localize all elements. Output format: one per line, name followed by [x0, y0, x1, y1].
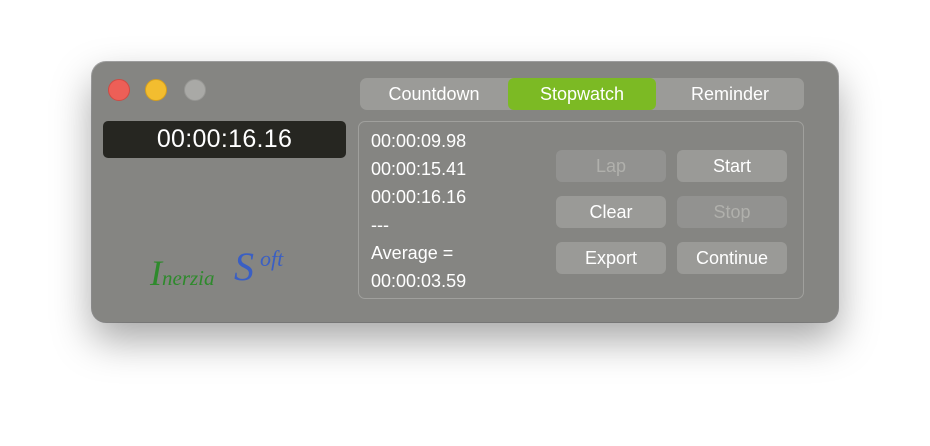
clear-button[interactable]: Clear — [556, 196, 666, 228]
lap-separator: --- — [371, 215, 389, 235]
stopwatch-panel: 00:00:09.98 00:00:15.41 00:00:16.16 --- … — [358, 121, 804, 299]
lap-time: 00:00:09.98 — [371, 131, 467, 151]
logo-text-nerzia: nerzia — [162, 266, 215, 290]
tab-reminder[interactable]: Reminder — [656, 78, 804, 110]
tab-stopwatch[interactable]: Stopwatch — [508, 78, 656, 110]
average-value: 00:00:03.59 — [371, 271, 467, 291]
lap-list: 00:00:09.98 00:00:15.41 00:00:16.16 --- … — [371, 127, 466, 295]
lap-time: 00:00:15.41 — [371, 159, 467, 179]
continue-button[interactable]: Continue — [677, 242, 787, 274]
mode-tabs: Countdown Stopwatch Reminder — [360, 78, 804, 110]
time-display: 00:00:16.16 — [103, 121, 346, 158]
stop-button[interactable]: Stop — [677, 196, 787, 228]
inerziasoft-logo: I nerzia S oft — [149, 244, 284, 293]
start-button[interactable]: Start — [677, 150, 787, 182]
logo-text-oft: oft — [260, 246, 284, 271]
average-label: Average = — [371, 243, 454, 263]
minimize-window-button[interactable] — [145, 79, 167, 101]
tab-countdown[interactable]: Countdown — [360, 78, 508, 110]
lap-time: 00:00:16.16 — [371, 187, 467, 207]
close-window-button[interactable] — [108, 79, 130, 101]
app-window: 00:00:16.16 I nerzia S oft Countdown Sto… — [92, 62, 838, 322]
logo-initial-s: S — [234, 244, 254, 289]
lap-button[interactable]: Lap — [556, 150, 666, 182]
zoom-window-button[interactable] — [184, 79, 206, 101]
export-button[interactable]: Export — [556, 242, 666, 274]
